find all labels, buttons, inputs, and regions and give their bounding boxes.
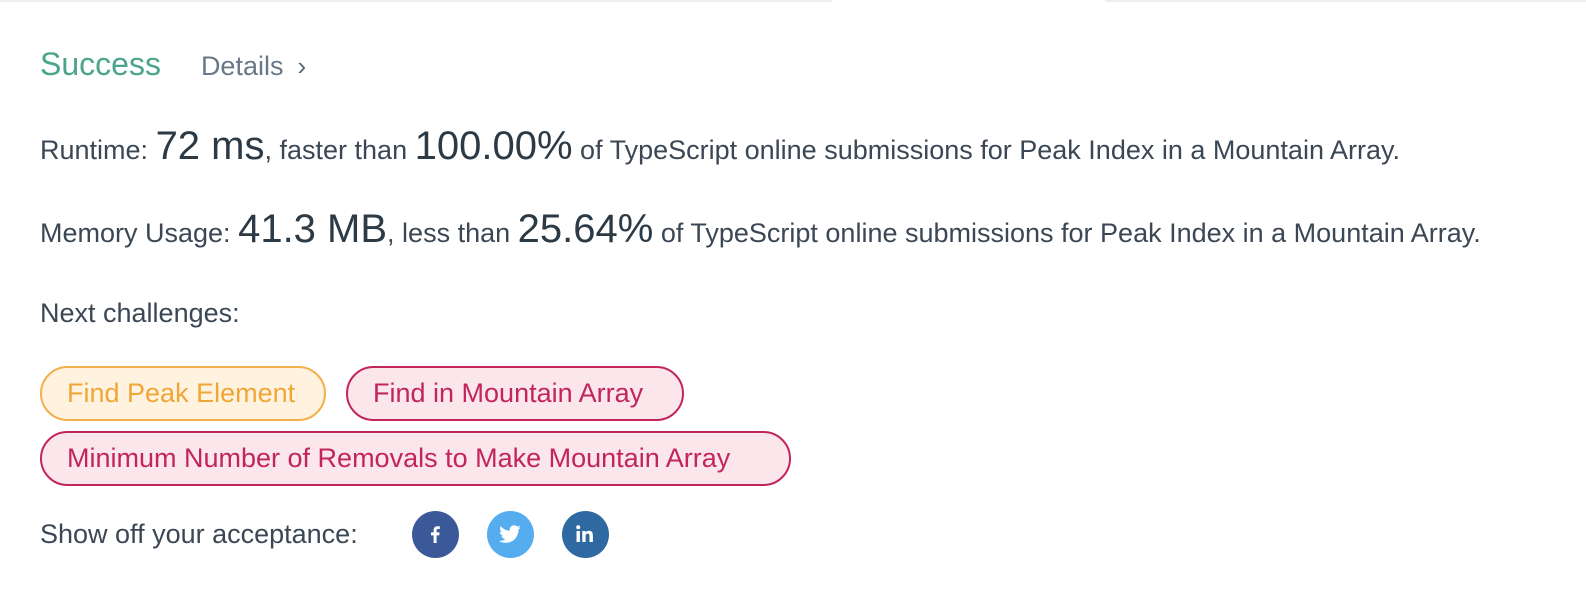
share-row: Show off your acceptance: <box>40 510 609 558</box>
top-divider-left <box>0 0 832 2</box>
top-divider-right <box>1105 0 1586 2</box>
facebook-icon <box>431 526 441 543</box>
challenge-tag-minimum-removals-mountain-array[interactable]: Minimum Number of Removals to Make Mount… <box>40 431 791 486</box>
status-row: Success Details › <box>40 46 306 90</box>
memory-suffix: of TypeScript online submissions for Pea… <box>660 218 1481 248</box>
share-label: Show off your acceptance: <box>40 518 358 549</box>
runtime-label: Runtime: <box>40 135 149 165</box>
twitter-share-button[interactable] <box>486 510 534 558</box>
runtime-comparison: , faster than <box>264 135 408 165</box>
twitter-icon <box>499 525 522 543</box>
challenge-tag-find-peak-element[interactable]: Find Peak Element <box>40 366 326 421</box>
memory-percent: 25.64% <box>517 207 654 251</box>
next-challenges-label: Next challenges: <box>40 298 240 328</box>
memory-line: Memory Usage: 41.3 MB, less than 25.64% … <box>40 207 1481 252</box>
runtime-percent: 100.00% <box>414 124 573 168</box>
chevron-right-icon: › <box>297 51 307 81</box>
runtime-suffix: of TypeScript online submissions for Pea… <box>580 135 1400 165</box>
memory-value: 41.3 MB <box>238 207 388 251</box>
memory-comparison: , less than <box>387 218 511 248</box>
details-label: Details <box>200 51 284 81</box>
linkedin-icon <box>576 525 594 542</box>
challenge-tag-find-in-mountain-array[interactable]: Find in Mountain Array <box>346 366 684 421</box>
status-success: Success <box>40 46 161 82</box>
runtime-value: 72 ms <box>155 124 265 168</box>
linkedin-share-button[interactable] <box>561 510 609 558</box>
runtime-line: Runtime: 72 ms, faster than 100.00% of T… <box>40 124 1400 169</box>
facebook-share-button[interactable] <box>411 510 459 558</box>
memory-label: Memory Usage: <box>40 218 231 248</box>
details-link[interactable]: Details › <box>201 51 306 82</box>
